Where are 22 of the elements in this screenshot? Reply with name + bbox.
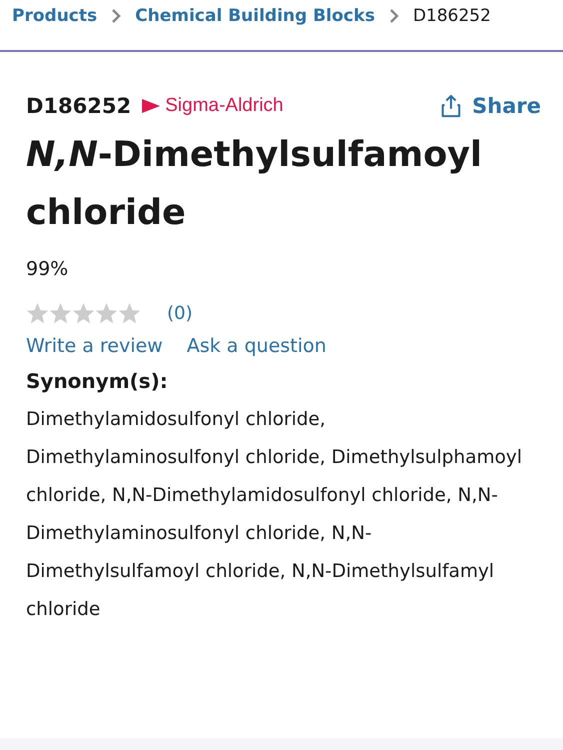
product-number: D186252 xyxy=(26,94,132,118)
star-icon xyxy=(49,302,72,325)
chevron-icon xyxy=(388,8,399,24)
review-count-link[interactable]: (0) xyxy=(167,303,192,324)
product-title: N,N-Dimethylsulfamoyl chloride xyxy=(26,134,484,235)
synonyms-text: Dimethylamidosulfonyl chloride, Dimethylaminosulfonyl chloride, Dimethylsulphamoyl chloride, N,N-Dimethylamidosulfonyl chloride, N,N-Dimethylaminosulfonyl chloride, N,N-Dimethylsulfamoyl chloride, N,N-Dimethylsulfamyl chloride xyxy=(26,408,524,622)
share-icon xyxy=(440,94,462,118)
breadcrumb-link[interactable]: Products xyxy=(12,6,98,26)
star-icon xyxy=(72,302,95,325)
synonyms-heading: Synonym(s): xyxy=(26,369,169,393)
star-icon xyxy=(26,302,49,325)
breadcrumb-current: D186252 xyxy=(412,6,491,26)
brand-name: Sigma-Aldrich xyxy=(165,95,284,117)
star-icon xyxy=(95,302,118,325)
star-icon xyxy=(118,302,141,325)
share-button[interactable]: Share xyxy=(440,94,541,118)
text-link[interactable]: Ask a question xyxy=(186,335,326,357)
chevron-icon xyxy=(111,8,122,24)
triangle-icon xyxy=(141,98,162,114)
purity: 99% xyxy=(26,258,70,280)
text-link[interactable]: Write a review xyxy=(26,335,163,357)
breadcrumb-link[interactable]: Chemical Building Blocks xyxy=(135,6,375,26)
